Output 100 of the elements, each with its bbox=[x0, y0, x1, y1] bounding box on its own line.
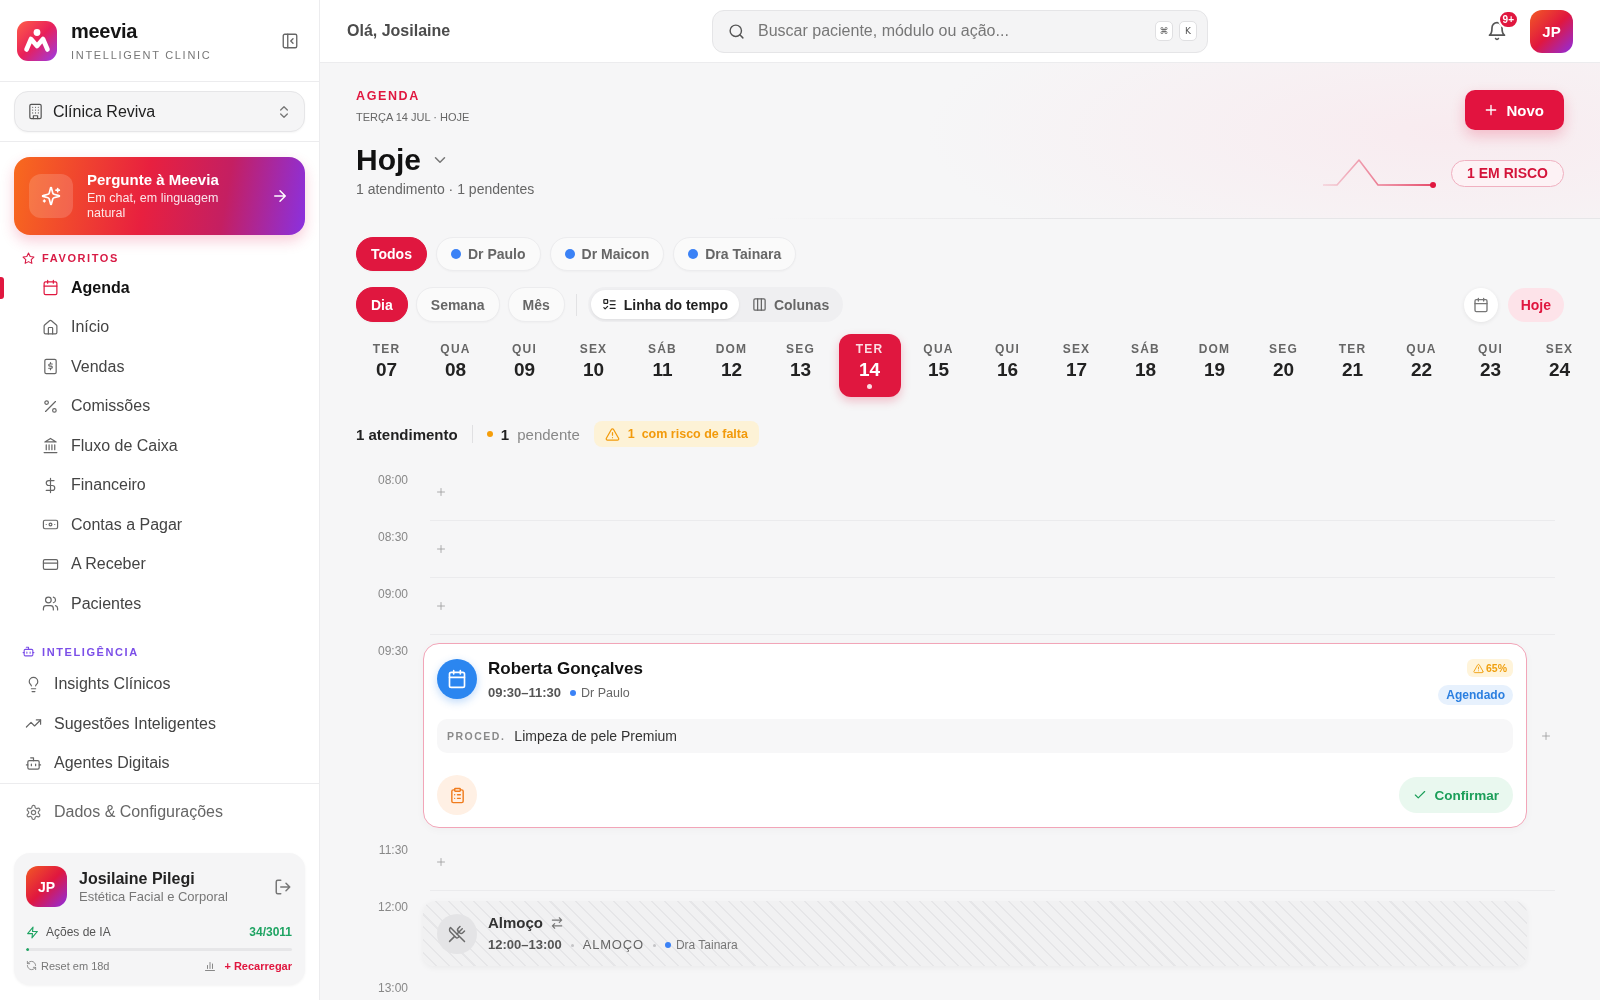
notification-count: 9+ bbox=[1497, 10, 1519, 29]
date-tab[interactable]: TER 14 bbox=[838, 334, 901, 397]
sidebar-item[interactable]: Vendas bbox=[0, 347, 319, 387]
date-tab[interactable]: QUA 08 bbox=[424, 334, 487, 397]
break-block[interactable]: Almoço 12:00–13:00 ALMOÇO Dra Tainara bbox=[423, 901, 1527, 966]
appointment-card[interactable]: Roberta Gonçalves 09:30–11:30 Dr Paulo 65% Agendado PROCED. Limpeza de pele Premium Confirmar bbox=[423, 643, 1527, 828]
logo-icon bbox=[17, 20, 57, 61]
calendar-picker-icon[interactable] bbox=[1463, 287, 1498, 322]
arrow-right-icon bbox=[271, 187, 289, 205]
sidebar-item[interactable]: Início bbox=[0, 307, 319, 347]
usage-count: 34/3011 bbox=[249, 925, 292, 939]
date-tab[interactable]: TER 07 bbox=[355, 334, 418, 397]
date-tab[interactable]: SEG 13 bbox=[769, 334, 832, 397]
settings-item[interactable]: Dados & Configurações bbox=[0, 792, 319, 832]
date-tab[interactable]: SEX 10 bbox=[562, 334, 625, 397]
clinic-selector[interactable]: Clínica Reviva bbox=[14, 91, 305, 132]
period-title-dropdown[interactable]: Hoje bbox=[356, 142, 449, 178]
brand-name: meevia bbox=[71, 19, 138, 43]
sidebar-item[interactable]: Financeiro bbox=[0, 465, 319, 505]
user-avatar[interactable]: JP bbox=[1530, 9, 1573, 53]
appointment-count: 1 atendimento bbox=[356, 425, 458, 443]
calendar-icon bbox=[42, 279, 59, 297]
sidebar-item[interactable]: Agentes Digitais bbox=[0, 743, 319, 783]
settings-icon bbox=[25, 803, 42, 821]
shortcut-key: ⌘ bbox=[1155, 21, 1173, 41]
date-tab[interactable]: SEX 17 bbox=[1045, 334, 1108, 397]
usage-label: Ações de IA bbox=[46, 925, 112, 939]
sidebar-item[interactable]: Agenda bbox=[0, 268, 319, 308]
separator-dot-icon bbox=[652, 943, 656, 947]
period-tab[interactable]: Mês bbox=[507, 287, 565, 322]
date-tab[interactable]: QUI 16 bbox=[976, 334, 1039, 397]
user-name: Josilaine Pilegi bbox=[79, 868, 195, 889]
robot-icon bbox=[22, 645, 35, 658]
date-tab[interactable]: SÁB 18 bbox=[1114, 334, 1177, 397]
brand-tagline: INTELLIGENT CLINIC bbox=[71, 48, 212, 62]
search-field[interactable]: Buscar paciente, módulo ou ação... bbox=[758, 19, 1149, 43]
professional-filter[interactable]: Dr Maicon bbox=[549, 237, 665, 271]
date-tab[interactable]: QUI 09 bbox=[493, 334, 556, 397]
reset-label: Reset em 18d bbox=[41, 959, 111, 972]
lightning-icon bbox=[26, 925, 39, 939]
sidebar-item[interactable]: Contas a Pagar bbox=[0, 505, 319, 545]
view-mode-tab[interactable]: Linha do tempo bbox=[590, 290, 739, 319]
appointment-status: Agendado bbox=[1438, 685, 1513, 705]
bar-chart-icon bbox=[204, 959, 217, 972]
search-icon bbox=[728, 22, 745, 40]
user-avatar[interactable]: JP bbox=[26, 866, 67, 907]
columns-icon bbox=[751, 297, 767, 312]
search-bar[interactable]: Buscar paciente, módulo ou ação... ⌘ K bbox=[712, 9, 1208, 53]
date-tab[interactable]: DOM 12 bbox=[700, 334, 763, 397]
date-tab[interactable]: DOM 19 bbox=[1183, 334, 1246, 397]
sidebar-collapse-icon[interactable] bbox=[281, 31, 299, 50]
time-label: 08:00 bbox=[376, 472, 409, 488]
at-risk-count[interactable]: 1 EM RISCO bbox=[1451, 159, 1564, 187]
time-label: 11:30 bbox=[377, 842, 409, 858]
separator-dot-icon bbox=[570, 943, 574, 947]
appointment-time: 09:30–11:30 bbox=[488, 685, 561, 701]
clipboard-icon[interactable] bbox=[437, 775, 477, 815]
recharge-link[interactable]: + Recarregar bbox=[224, 959, 292, 972]
calendar-icon bbox=[437, 659, 477, 699]
risk-percentage: 65% bbox=[1486, 662, 1507, 674]
time-label: 09:30 bbox=[376, 643, 409, 659]
notification-bell-icon[interactable] bbox=[1487, 21, 1507, 41]
view-mode-tab[interactable]: Colunas bbox=[740, 290, 841, 319]
period-tab[interactable]: Semana bbox=[415, 287, 500, 322]
add-slot-icon[interactable] bbox=[1539, 729, 1552, 742]
sidebar-item[interactable]: Sugestões Inteligentes bbox=[0, 704, 319, 744]
professional-filter[interactable]: Todos bbox=[356, 237, 427, 271]
section-label: INTELIGÊNCIA bbox=[42, 645, 139, 658]
professional-filter[interactable]: Dra Tainara bbox=[673, 237, 797, 271]
sidebar-item[interactable]: Fluxo de Caixa bbox=[0, 426, 319, 466]
date-tab[interactable]: QUI 23 bbox=[1459, 334, 1522, 397]
ask-assistant-card[interactable]: Pergunte à Meevia Em chat, em linguagem natural bbox=[14, 157, 305, 235]
professional-filter[interactable]: Dr Paulo bbox=[435, 237, 541, 271]
logout-icon[interactable] bbox=[274, 877, 292, 896]
date-tab[interactable]: SEG 20 bbox=[1252, 334, 1315, 397]
date-tab[interactable]: QUA 22 bbox=[1390, 334, 1453, 397]
procedure-name: Limpeza de pele Premium bbox=[514, 728, 677, 744]
date-tab[interactable]: SÁB 11 bbox=[631, 334, 694, 397]
add-slot-icon[interactable] bbox=[435, 543, 447, 555]
procedure-label: PROCED. bbox=[447, 730, 506, 742]
professional-name: Dra Tainara bbox=[675, 937, 738, 953]
shortcut-key: K bbox=[1179, 21, 1197, 41]
sidebar-item[interactable]: Comissões bbox=[0, 386, 319, 426]
time-label: 08:30 bbox=[376, 529, 409, 545]
add-slot-icon[interactable] bbox=[435, 600, 447, 612]
date-tab[interactable]: TER 21 bbox=[1321, 334, 1384, 397]
home-icon bbox=[42, 318, 59, 336]
time-label: 13:00 bbox=[376, 980, 409, 996]
sidebar-item[interactable]: Pacientes bbox=[0, 584, 319, 624]
block-time: 12:00–13:00 bbox=[488, 937, 562, 953]
date-tab[interactable]: QUA 15 bbox=[907, 334, 970, 397]
date-tab[interactable]: SEX 24 bbox=[1528, 334, 1591, 397]
today-button[interactable]: Hoje bbox=[1507, 287, 1564, 322]
sidebar-item[interactable]: A Receber bbox=[0, 544, 319, 584]
sidebar-item[interactable]: Insights Clínicos bbox=[0, 664, 319, 704]
add-slot-icon[interactable] bbox=[435, 856, 447, 868]
add-slot-icon[interactable] bbox=[435, 486, 447, 498]
users-icon bbox=[42, 595, 59, 613]
period-tab[interactable]: Dia bbox=[356, 287, 408, 322]
new-button[interactable]: Novo bbox=[1464, 90, 1564, 130]
